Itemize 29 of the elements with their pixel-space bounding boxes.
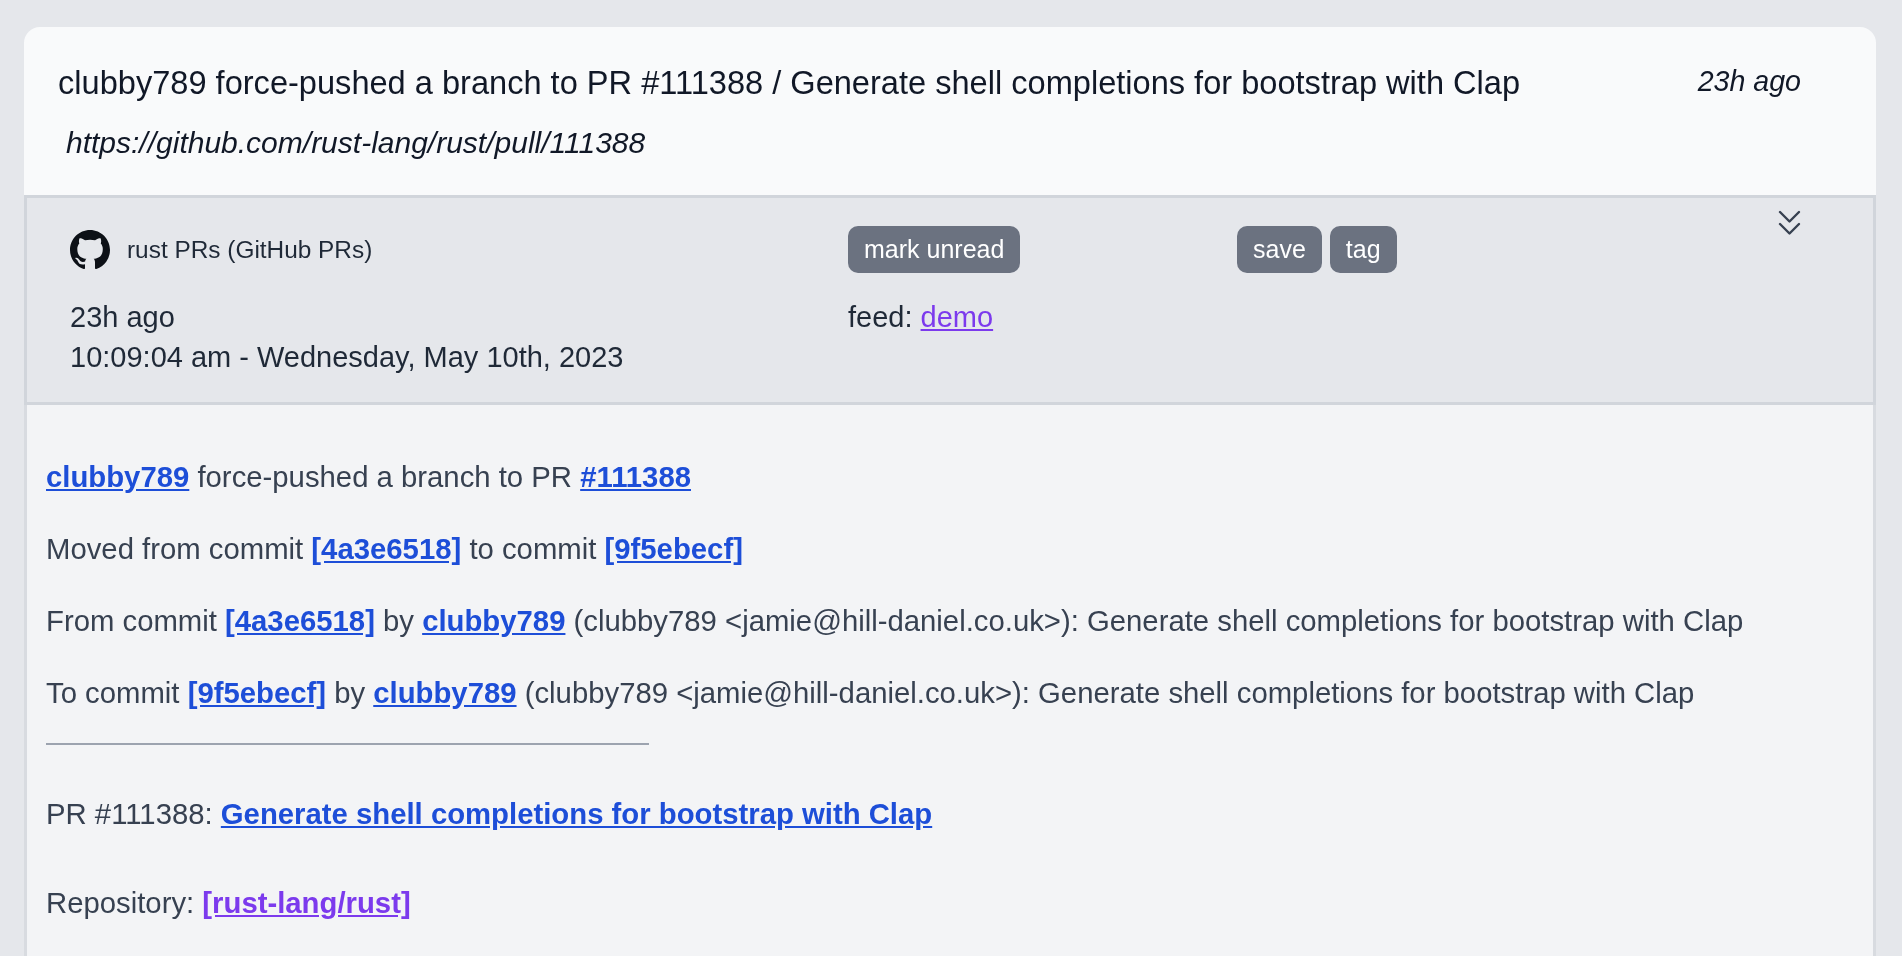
username-link[interactable]: clubby789 — [422, 604, 566, 637]
feed-label: feed: demo — [848, 300, 995, 335]
commit-link[interactable]: [4a3e6518] — [225, 604, 375, 637]
entry-url[interactable]: https://github.com/rust-lang/rust/pull/111388 — [66, 126, 646, 160]
save-button[interactable]: save — [1237, 226, 1322, 273]
event-text: From commit [4a3e6518] by clubby789 (clubby789 <jamie@hill-daniel.co.uk>): Generate shell completions for bootstrap with Clap — [46, 603, 1745, 639]
tag-button[interactable]: tag — [1329, 226, 1397, 273]
entry-timestamp: 10:09:04 am - Wednesday, May 10th, 2023 — [70, 340, 625, 375]
commit-link[interactable]: [9f5ebecf] — [187, 676, 326, 709]
event-text: Moved from commit [4a3e6518] to commit [9f5ebecf] — [46, 531, 744, 567]
feed-link[interactable]: demo — [920, 301, 994, 333]
pr-title-link[interactable]: Generate shell completions for bootstrap with Clap — [220, 797, 933, 830]
commit-link[interactable]: [4a3e6518] — [311, 532, 462, 565]
event-text: clubby789 force-pushed a branch to PR #111388 — [46, 459, 692, 495]
commit-link[interactable]: [9f5ebecf] — [604, 532, 743, 565]
event-text: To commit [9f5ebecf] by clubby789 (clubby789 <jamie@hill-daniel.co.uk>): Generate shell completions for bootstrap with Clap — [46, 675, 1696, 711]
entry-age: 23h ago — [1697, 65, 1801, 97]
detail-text: PR #111388: Generate shell completions for bootstrap with Clap — [46, 796, 934, 832]
detail-text: Repository: [rust-lang/rust] — [46, 885, 412, 921]
repository-link[interactable]: [rust-lang/rust] — [202, 886, 411, 919]
entry-title: clubby789 force-pushed a branch to PR #111388 / Generate shell completions for bootstrap with Clap — [58, 65, 1521, 101]
entry-age: 23h ago — [70, 300, 176, 335]
mark-unread-button[interactable]: mark unread — [848, 226, 1021, 273]
username-link[interactable]: clubby789 — [373, 676, 517, 709]
feed-source: rust PRs (GitHub PRs) — [127, 234, 373, 265]
double-chevron-down-icon[interactable] — [1778, 210, 1801, 236]
pr-number-link[interactable]: #111388 — [580, 460, 691, 493]
github-logo-icon — [70, 229, 110, 270]
username-link[interactable]: clubby789 — [46, 460, 190, 493]
